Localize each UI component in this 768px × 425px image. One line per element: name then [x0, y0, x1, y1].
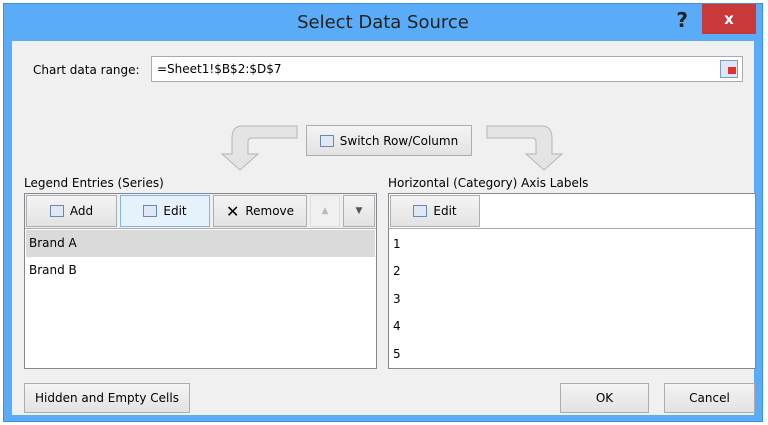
add-icon: [49, 205, 64, 217]
axis-label-item[interactable]: 5: [390, 341, 754, 368]
series-item[interactable]: Brand A: [26, 230, 375, 257]
chart-data-range-label: Chart data range:: [33, 63, 140, 77]
axis-labels-label: Horizontal (Category) Axis Labels: [388, 176, 589, 190]
legend-toolbar: Add Edit ✕ Remove ▲ ▼: [25, 194, 376, 229]
edit-icon: [413, 205, 428, 217]
range-selector-icon[interactable]: [720, 60, 738, 78]
edit-axis-labels-button[interactable]: Edit: [390, 195, 480, 227]
remove-icon: ✕: [225, 201, 240, 221]
series-item[interactable]: Brand B: [26, 257, 375, 284]
axis-label-item[interactable]: 4: [390, 313, 754, 340]
dialog-window: Select Data Source ? x Chart data range:…: [3, 3, 763, 422]
edit-axis-label: Edit: [433, 204, 457, 218]
ok-button[interactable]: OK: [560, 383, 649, 413]
arrow-right-down-icon: [486, 125, 564, 171]
axis-label-item[interactable]: 1: [390, 231, 754, 258]
switch-row-column-button[interactable]: Switch Row/Column: [306, 125, 472, 156]
switch-label: Switch Row/Column: [339, 133, 459, 148]
dialog-title: Select Data Source: [297, 12, 469, 33]
remove-series-button[interactable]: ✕ Remove: [213, 195, 307, 227]
help-button[interactable]: ?: [676, 8, 688, 32]
axis-label-item[interactable]: 2: [390, 258, 754, 285]
axis-label-item[interactable]: 3: [390, 286, 754, 313]
cancel-button[interactable]: Cancel: [664, 383, 755, 413]
arrow-left-down-icon: [220, 125, 298, 171]
axis-toolbar: Edit: [389, 194, 755, 229]
add-series-button[interactable]: Add: [26, 195, 117, 227]
axis-labels-panel: Edit 1 2 3 4 5: [388, 193, 756, 369]
edit-icon: [143, 205, 158, 217]
legend-entries-panel: Add Edit ✕ Remove ▲ ▼ Brand A Brand B: [24, 193, 377, 369]
chart-data-range-input[interactable]: =Sheet1!$B$2:$D$7: [151, 56, 743, 82]
move-up-button[interactable]: ▲: [310, 195, 340, 227]
add-label: Add: [69, 204, 94, 218]
close-button[interactable]: x: [702, 4, 756, 34]
hidden-empty-cells-button[interactable]: Hidden and Empty Cells: [24, 383, 190, 413]
switch-icon: [319, 134, 334, 147]
remove-label: Remove: [245, 204, 295, 218]
edit-series-button[interactable]: Edit: [120, 195, 210, 227]
edit-label: Edit: [163, 204, 187, 218]
dialog-body: Chart data range: =Sheet1!$B$2:$D$7 Swit…: [12, 41, 756, 415]
move-down-button[interactable]: ▼: [343, 195, 375, 227]
legend-entries-label: Legend Entries (Series): [24, 176, 164, 190]
